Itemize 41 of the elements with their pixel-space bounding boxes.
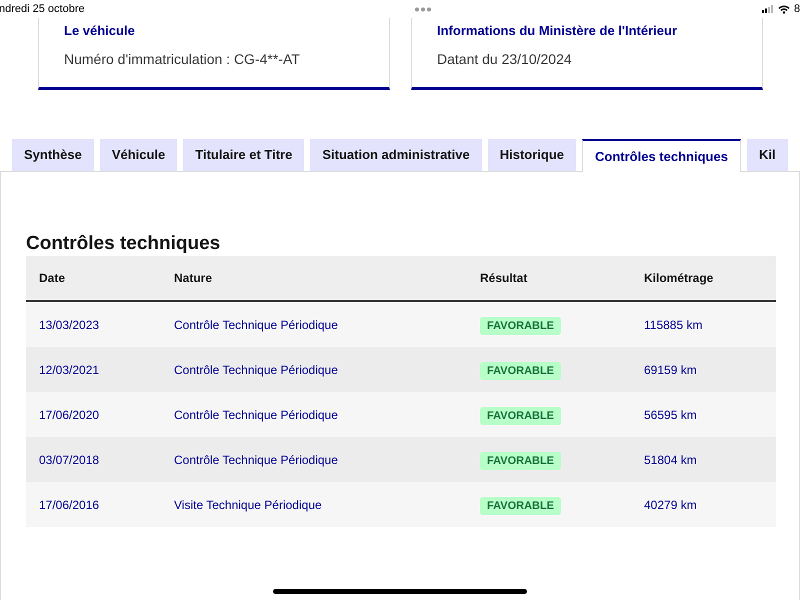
table-cell: Contrôle Technique Périodique bbox=[174, 362, 338, 376]
table-cell: 17/06/2016 bbox=[39, 498, 100, 512]
column-header: Nature bbox=[174, 270, 214, 287]
tab[interactable]: Kil bbox=[746, 139, 788, 171]
tab[interactable]: Titulaire et Titre bbox=[183, 139, 304, 171]
result-badge: FAVORABLE bbox=[480, 362, 562, 380]
table-cell: 03/07/2018 bbox=[39, 452, 100, 466]
column-header: Résultat bbox=[480, 270, 528, 287]
card-text: Numéro d'immatriculation : CG-4**-AT bbox=[64, 50, 301, 68]
status-date: ndredi 25 octobre bbox=[0, 2, 85, 17]
table-cell: 51804 km bbox=[644, 452, 697, 466]
table-cell: 40279 km bbox=[644, 498, 697, 512]
tab[interactable]: Historique bbox=[488, 139, 576, 171]
table-cell: Visite Technique Périodique bbox=[174, 498, 322, 512]
result-badge: FAVORABLE bbox=[480, 316, 562, 334]
wifi-icon bbox=[778, 4, 790, 14]
table-cell: Contrôle Technique Périodique bbox=[174, 408, 338, 422]
table-cell: 56595 km bbox=[644, 408, 697, 422]
table-cell: 17/06/2020 bbox=[39, 408, 100, 422]
tab[interactable]: Véhicule bbox=[100, 139, 178, 171]
card-text: Datant du 23/10/2024 bbox=[437, 50, 573, 68]
battery-percent: 8 bbox=[794, 2, 800, 17]
table-cell: 69159 km bbox=[644, 362, 697, 376]
result-badge: FAVORABLE bbox=[480, 496, 562, 514]
result-badge: FAVORABLE bbox=[480, 406, 562, 424]
column-header: Date bbox=[39, 270, 66, 287]
card-title: Le véhicule bbox=[64, 22, 136, 40]
table-cell: Contrôle Technique Périodique bbox=[174, 452, 338, 466]
tab[interactable]: Synthèse bbox=[12, 139, 94, 171]
result-badge: FAVORABLE bbox=[480, 452, 562, 470]
section-title: Contrôles techniques bbox=[26, 232, 222, 256]
tab[interactable]: Situation administrative bbox=[310, 139, 482, 171]
table-cell: 13/03/2023 bbox=[39, 318, 100, 332]
card-title: Informations du Ministère de l'Intérieur bbox=[437, 22, 678, 40]
column-header: Kilométrage bbox=[644, 270, 714, 287]
table-cell: 115885 km bbox=[644, 318, 702, 332]
signal-icon bbox=[762, 5, 774, 13]
tab[interactable]: Contrôles techniques bbox=[582, 139, 741, 172]
more-icon bbox=[414, 6, 432, 12]
table-cell: Contrôle Technique Périodique bbox=[174, 318, 338, 332]
table-cell: 12/03/2021 bbox=[39, 362, 100, 376]
